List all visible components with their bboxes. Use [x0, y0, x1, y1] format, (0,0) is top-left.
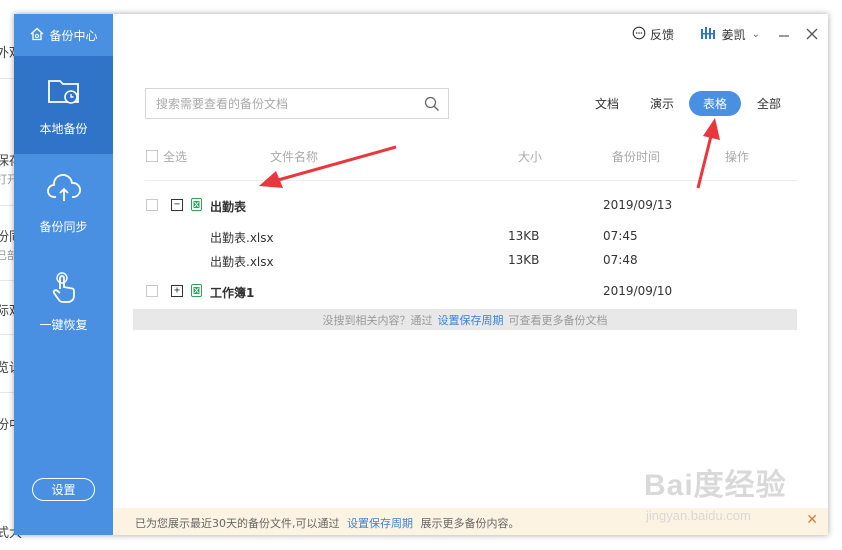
group-name[interactable]: 出勤表 — [210, 198, 246, 215]
group-date: 2019/09/10 — [603, 284, 673, 298]
cloud-upload-icon — [46, 171, 82, 210]
filter-tab-spreadsheets[interactable]: 表格 — [689, 91, 741, 116]
file-time: 07:45 — [603, 229, 638, 243]
minimize-button[interactable] — [774, 24, 794, 44]
filter-tab-documents[interactable]: 文档 — [588, 91, 626, 116]
sidebar-item-backup-sync[interactable]: 备份同步 — [14, 154, 113, 252]
watermark-sub-text: jingyan.baidu.com — [646, 508, 751, 523]
sidebar-item-label: 一键恢复 — [39, 318, 88, 332]
table-header: 全选 文件名称 大小 备份时间 操作 — [145, 144, 797, 168]
chevron-down-icon: ⌄ — [751, 29, 760, 40]
no-results-notice: 没搜到相关内容？通过 设置保存周期 可查看更多备份文档 — [133, 309, 797, 330]
search-input[interactable] — [146, 89, 406, 118]
sidebar-item-local-backup[interactable]: 本地备份 — [14, 56, 113, 154]
sidebar-title: 备份中心 — [49, 28, 98, 43]
background-divider — [0, 392, 14, 393]
row-checkbox[interactable] — [146, 285, 158, 297]
user-logo-icon — [700, 25, 716, 44]
sidebar-item-label: 备份同步 — [39, 220, 88, 234]
file-time: 07:48 — [603, 253, 638, 267]
file-name[interactable]: 出勤表.xlsx — [210, 253, 274, 270]
chat-bubble-icon — [632, 26, 646, 43]
footer-text: 已为您展示最近30天的备份文件,可以通过 设置保存周期 展示更多备份内容。 — [135, 515, 520, 531]
column-header-select-all: 全选 — [163, 150, 188, 164]
user-name: 姜凯 — [721, 28, 746, 42]
file-name[interactable]: 出勤表.xlsx — [210, 229, 274, 246]
sidebar: 备份中心 本地备份 备份同步 一键恢复 设置 — [14, 14, 113, 535]
search-icon[interactable] — [424, 96, 440, 112]
row-checkbox[interactable] — [146, 199, 158, 211]
column-header-name: 文件名称 — [270, 150, 319, 164]
filter-tab-all[interactable]: 全部 — [750, 91, 788, 116]
group-name[interactable]: 工作簿1 — [210, 284, 254, 301]
baidu-watermark: Bai度经验 jingyan.baidu.com — [644, 460, 824, 530]
background-divider — [0, 205, 14, 206]
user-menu[interactable]: 姜凯 ⌄ — [700, 25, 760, 44]
column-header-action: 操作 — [725, 150, 750, 164]
background-divider — [0, 280, 14, 281]
set-retention-link[interactable]: 设置保存周期 — [438, 312, 504, 328]
background-divider — [0, 78, 14, 79]
title-bar: 反馈 姜凯 ⌄ — [113, 14, 828, 56]
backup-center-dialog: 备份中心 本地备份 备份同步 一键恢复 设置 反馈 姜凯 ⌄ 搜索需要查看的备份… — [14, 14, 828, 535]
notice-prefix: 没搜到相关内容？通过 — [322, 313, 433, 327]
settings-button[interactable]: 设置 — [32, 478, 95, 501]
filter-tab-presentations[interactable]: 演示 — [643, 91, 681, 116]
sidebar-item-one-click-restore[interactable]: 一键恢复 — [14, 252, 113, 350]
file-size: 13KB — [508, 229, 540, 243]
close-icon — [806, 25, 818, 44]
main-panel: 文档 演示 表格 全部 全选 文件名称 大小 备份时间 操作 − 出勤表 201… — [113, 56, 828, 508]
background-divider — [0, 334, 14, 335]
select-all-checkbox[interactable] — [146, 150, 158, 162]
footer-suffix: 展示更多备份内容。 — [420, 517, 520, 530]
notice-suffix: 可查看更多备份文档 — [508, 313, 608, 327]
touch-hand-icon — [46, 269, 82, 308]
column-header-time: 备份时间 — [612, 150, 661, 164]
group-date: 2019/09/13 — [603, 198, 673, 212]
column-header-size: 大小 — [518, 150, 543, 164]
footer-prefix: 已为您展示最近30天的备份文件,可以通过 — [135, 517, 340, 530]
feedback-button[interactable]: 反馈 — [632, 26, 674, 43]
collapse-toggle[interactable]: − — [171, 199, 183, 211]
footer-retention-link[interactable]: 设置保存周期 — [347, 517, 413, 530]
minimize-icon — [778, 25, 790, 44]
sidebar-item-label: 本地备份 — [39, 122, 88, 136]
folder-clock-icon — [46, 73, 82, 112]
file-size: 13KB — [508, 253, 540, 267]
home-icon — [29, 26, 45, 45]
close-button[interactable] — [802, 24, 822, 44]
watermark-main-text: Bai度经验 — [644, 469, 787, 502]
sidebar-brand: 备份中心 — [14, 14, 113, 56]
feedback-label: 反馈 — [649, 28, 674, 42]
header-divider — [145, 180, 797, 181]
search-box — [145, 88, 449, 119]
expand-toggle[interactable]: + — [171, 285, 183, 297]
